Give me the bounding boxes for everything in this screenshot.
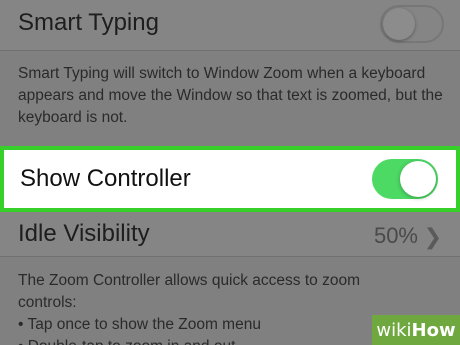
idle-visibility-value: 50% (373, 223, 418, 248)
chevron-right-icon: ❯ (423, 224, 442, 249)
separator (0, 256, 460, 257)
smart-typing-description: Smart Typing will switch to Window Zoom … (18, 65, 443, 126)
description-line: The Zoom Controller allows quick access … (18, 272, 360, 289)
toggle-knob (400, 161, 436, 197)
description-line: controls: (18, 294, 77, 311)
wikihow-logo: wiki How (372, 315, 460, 345)
show-controller-label: Show Controller (20, 165, 191, 192)
idle-visibility-label: Idle Visibility (18, 220, 150, 247)
zoom-settings-screen: Smart Typing Smart Typing will switch to… (0, 0, 460, 345)
logo-how-text: How (411, 319, 456, 341)
smart-typing-label: Smart Typing (18, 9, 159, 36)
separator (0, 50, 460, 51)
show-controller-toggle[interactable] (372, 159, 438, 199)
smart-typing-toggle[interactable] (380, 5, 444, 43)
smart-typing-row[interactable]: Smart Typing (0, 0, 460, 50)
idle-visibility-row[interactable]: Idle Visibility 50% ❯ (0, 212, 460, 256)
toggle-knob (383, 8, 415, 40)
logo-wiki-text: wiki (376, 319, 412, 341)
